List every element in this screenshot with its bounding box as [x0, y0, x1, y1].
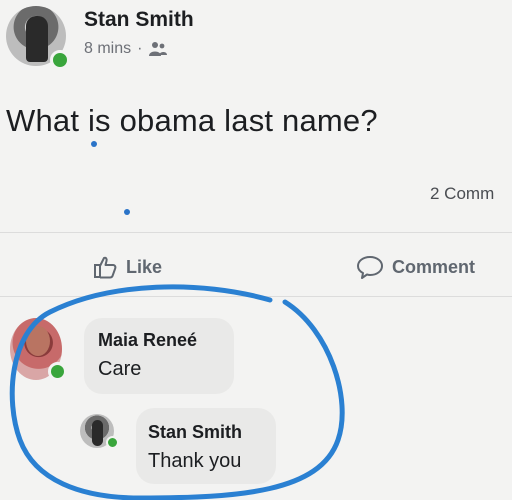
meta-separator: ·: [137, 40, 143, 57]
post-text: What is obama last name?: [6, 103, 378, 138]
speech-bubble-icon: [356, 254, 384, 280]
comment-label: Comment: [392, 256, 476, 277]
post-author-name[interactable]: Stan Smith: [84, 8, 194, 32]
decorative-dot: [124, 209, 130, 215]
like-label: Like: [126, 256, 163, 277]
comment-author[interactable]: Maia Reneé: [98, 330, 197, 351]
like-button[interactable]: Like: [92, 254, 162, 280]
thumbs-up-icon: [92, 254, 118, 280]
comment-text: Care: [98, 358, 142, 380]
friends-icon[interactable]: [148, 40, 168, 58]
comment-count[interactable]: 2 Comm: [430, 184, 494, 204]
post-timestamp[interactable]: 8 mins: [84, 40, 131, 58]
online-status-dot: [106, 436, 119, 449]
reply-bubble: Stan Smith Thank you: [136, 408, 276, 484]
post-header: Stan Smith 8 mins ·: [0, 0, 512, 80]
online-status-dot: [50, 50, 70, 70]
comment-button[interactable]: Comment: [356, 254, 475, 280]
reply-text: Thank you: [148, 450, 242, 472]
online-status-dot: [48, 362, 67, 381]
divider: [0, 296, 512, 297]
decorative-dot: [91, 141, 97, 147]
comment-bubble: Maia Reneé Care: [84, 318, 234, 394]
divider: [0, 232, 512, 233]
post-meta: 8 mins ·: [84, 40, 168, 58]
reply-author[interactable]: Stan Smith: [148, 422, 242, 443]
